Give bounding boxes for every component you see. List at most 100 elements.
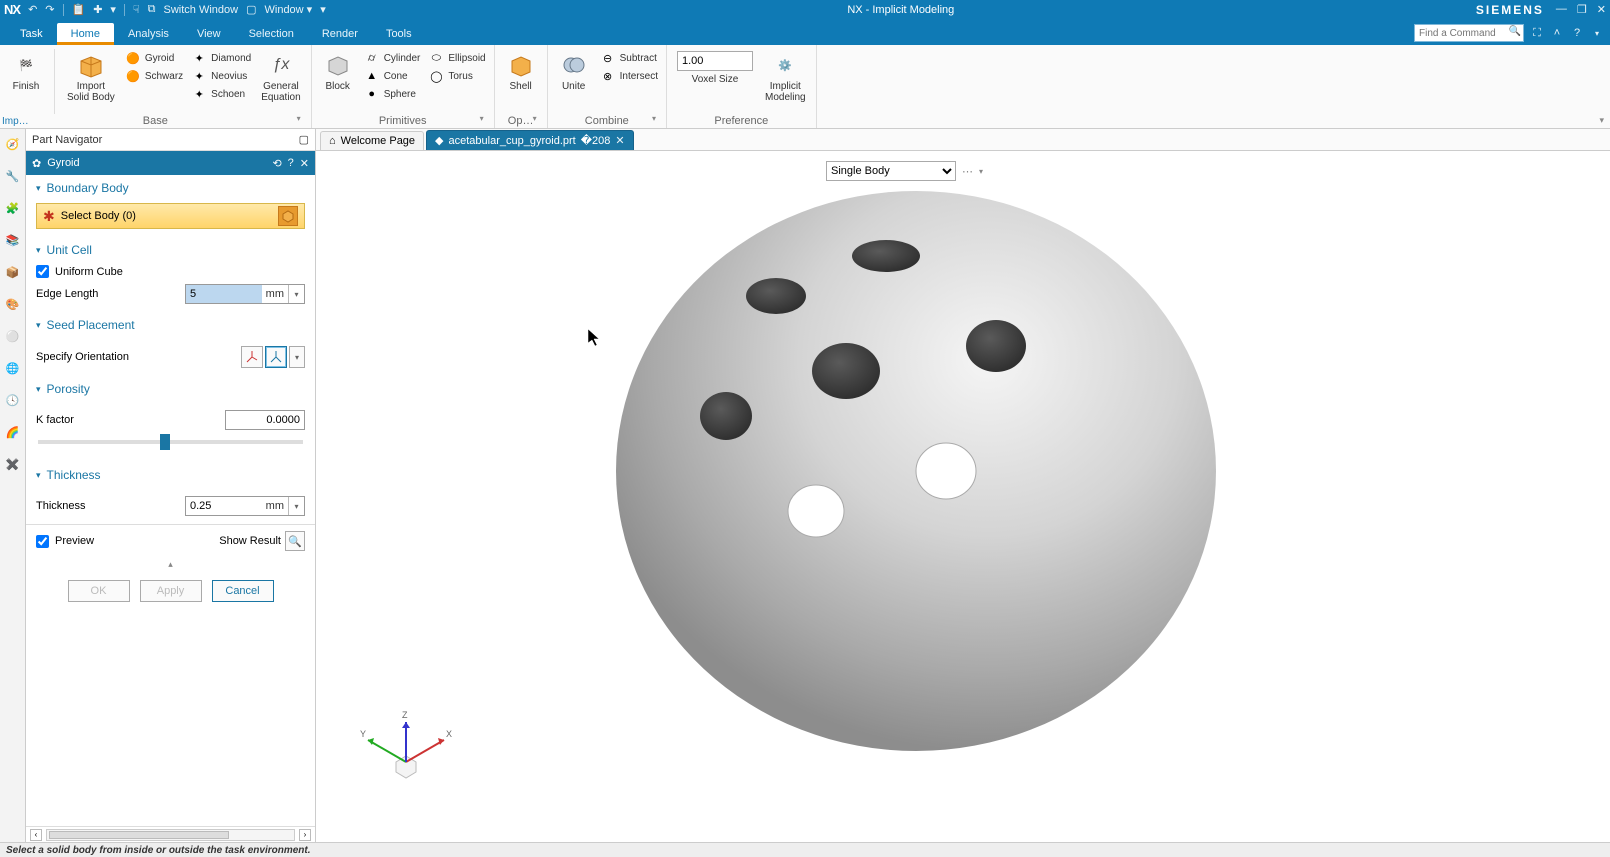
panel-hscroll[interactable]: ‹ › — [26, 826, 315, 842]
apply-button[interactable]: Apply — [140, 580, 202, 602]
intersect-button[interactable]: ⊗Intersect — [598, 67, 660, 85]
ribbon-overflow[interactable]: ▾ — [1599, 115, 1604, 126]
rail-layer-icon[interactable]: 📚 — [4, 231, 22, 249]
scroll-right-button[interactable]: › — [299, 829, 311, 841]
rail-navigator-icon[interactable]: 🧭 — [4, 135, 22, 153]
uniform-cube-checkbox[interactable]: Uniform Cube — [36, 265, 305, 278]
neovius-button[interactable]: ✦Neovius — [189, 67, 253, 85]
rail-material-icon[interactable]: ⚪ — [4, 327, 22, 345]
thickness-input[interactable] — [186, 497, 262, 515]
cone-button[interactable]: ▲Cone — [362, 67, 423, 85]
restore-button[interactable]: ❐ — [1577, 3, 1587, 16]
group-dropdown[interactable]: ▾ — [297, 114, 301, 123]
help-icon[interactable]: ? — [1570, 26, 1584, 40]
tab-home[interactable]: Home — [57, 23, 114, 45]
cylinder-button[interactable]: ⌭Cylinder — [362, 49, 423, 67]
tab-selection[interactable]: Selection — [235, 23, 308, 45]
voxel-size-input[interactable] — [677, 51, 753, 71]
unit-dropdown[interactable]: ▾ — [288, 285, 304, 303]
ellipsoid-button[interactable]: ⬭Ellipsoid — [426, 49, 487, 67]
k-factor-field[interactable] — [225, 410, 305, 430]
qat-dropdown[interactable]: ▾ — [110, 3, 116, 16]
show-result-button[interactable]: 🔍 — [285, 531, 305, 551]
rail-palette-icon[interactable]: 🎨 — [4, 295, 22, 313]
touch-icon[interactable]: ☟ — [133, 3, 140, 16]
sphere-button[interactable]: ●Sphere — [362, 85, 423, 103]
section-seed-placement[interactable]: Seed Placement — [26, 312, 315, 336]
orientation-dropdown[interactable]: ▾ — [289, 346, 305, 368]
section-boundary-body[interactable]: Boundary Body — [26, 175, 315, 199]
section-porosity[interactable]: Porosity — [26, 376, 315, 400]
rail-browser-icon[interactable]: 🌐 — [4, 359, 22, 377]
add-icon[interactable]: ✚ — [93, 3, 102, 16]
tab-welcome-page[interactable]: ⌂ Welcome Page — [320, 131, 424, 150]
help-dropdown-icon[interactable]: ▾ — [1590, 26, 1604, 40]
general-equation-button[interactable]: ƒx General Equation — [257, 49, 304, 105]
clipboard-icon[interactable]: 📋 — [72, 3, 86, 16]
torus-button[interactable]: ◯Torus — [426, 67, 487, 85]
scroll-track[interactable] — [46, 829, 295, 841]
rail-constraint-icon[interactable]: 🧩 — [4, 199, 22, 217]
window-menu[interactable]: Window ▾ — [265, 3, 313, 16]
rail-history-icon[interactable]: 🕓 — [4, 391, 22, 409]
tab-part-file[interactable]: ◆ acetabular_cup_gyroid.prt �208 ✕ — [426, 130, 634, 150]
schwarz-button[interactable]: 🟠Schwarz — [123, 67, 185, 85]
group-dropdown[interactable]: ▾ — [652, 114, 656, 123]
k-factor-slider[interactable] — [38, 440, 303, 444]
minimize-button[interactable]: ― — [1556, 3, 1567, 16]
search-icon[interactable]: 🔍 — [1509, 26, 1521, 37]
block-button[interactable]: Block — [318, 49, 358, 94]
overflow-dropdown[interactable]: ▾ — [320, 3, 326, 16]
rail-assembly-icon[interactable]: 🔧 — [4, 167, 22, 185]
uniform-cube-input[interactable] — [36, 265, 49, 278]
close-window-button[interactable]: ✕ — [1597, 3, 1606, 16]
dialog-help-icon[interactable]: ? — [288, 157, 294, 169]
dialog-close-icon[interactable]: ✕ — [300, 157, 309, 170]
collapse-handle[interactable]: ▴ — [26, 557, 315, 572]
toolbar-more-icon[interactable]: ⋯ — [962, 165, 973, 178]
undo-button[interactable]: ↶ — [28, 3, 37, 16]
rail-box-icon[interactable]: 📦 — [4, 263, 22, 281]
unit-dropdown[interactable]: ▾ — [288, 497, 304, 515]
section-thickness[interactable]: Thickness — [26, 462, 315, 486]
schoen-button[interactable]: ✦Schoen — [189, 85, 253, 103]
gyroid-button[interactable]: 🟠Gyroid — [123, 49, 185, 67]
reset-icon[interactable]: ⟲ — [272, 157, 281, 170]
redo-button[interactable]: ↷ — [45, 3, 54, 16]
thickness-field[interactable]: mm ▾ — [185, 496, 305, 516]
edge-length-input[interactable] — [186, 285, 262, 303]
section-unit-cell[interactable]: Unit Cell — [26, 237, 315, 261]
rail-color-icon[interactable]: 🌈 — [4, 423, 22, 441]
window-icon[interactable]: ▢ — [246, 3, 256, 16]
tab-analysis[interactable]: Analysis — [114, 23, 183, 45]
tab-view[interactable]: View — [183, 23, 235, 45]
select-body-filter-icon[interactable] — [278, 206, 298, 226]
viewport[interactable]: Single Body ⋯ ▾ X Y Z — [316, 151, 1610, 842]
shell-button[interactable]: Shell — [501, 49, 541, 94]
switch-window-icon[interactable]: ⧉ — [148, 3, 156, 16]
group-dropdown[interactable]: ▾ — [533, 114, 537, 123]
preview-checkbox[interactable] — [36, 535, 49, 548]
tab-task[interactable]: Task — [6, 23, 57, 45]
find-command-input[interactable] — [1414, 24, 1524, 42]
slider-thumb[interactable] — [160, 434, 170, 450]
tab-pin-icon[interactable]: �208 — [581, 134, 611, 147]
scroll-thumb[interactable] — [49, 831, 229, 839]
tab-render[interactable]: Render — [308, 23, 372, 45]
orientation-inferred-button[interactable] — [265, 346, 287, 368]
orientation-csys-button[interactable] — [241, 346, 263, 368]
unite-button[interactable]: Unite — [554, 49, 594, 94]
view-triad[interactable]: X Y Z — [356, 682, 456, 782]
k-factor-input[interactable] — [226, 411, 304, 429]
selection-scope-select[interactable]: Single Body — [826, 161, 956, 181]
fullscreen-icon[interactable]: ⛶ — [1530, 26, 1544, 40]
undock-icon[interactable]: ▢ — [299, 133, 309, 146]
rail-snap-icon[interactable]: ✖️ — [4, 455, 22, 473]
tab-tools[interactable]: Tools — [372, 23, 426, 45]
implicit-modeling-button[interactable]: ⚙️ Implicit Modeling — [761, 49, 810, 105]
subtract-button[interactable]: ⊖Subtract — [598, 49, 660, 67]
diamond-button[interactable]: ✦Diamond — [189, 49, 253, 67]
toolbar-dropdown-icon[interactable]: ▾ — [979, 167, 983, 176]
finish-button[interactable]: 🏁 Finish — [6, 49, 46, 94]
import-solid-body-button[interactable]: Import Solid Body — [63, 49, 119, 105]
